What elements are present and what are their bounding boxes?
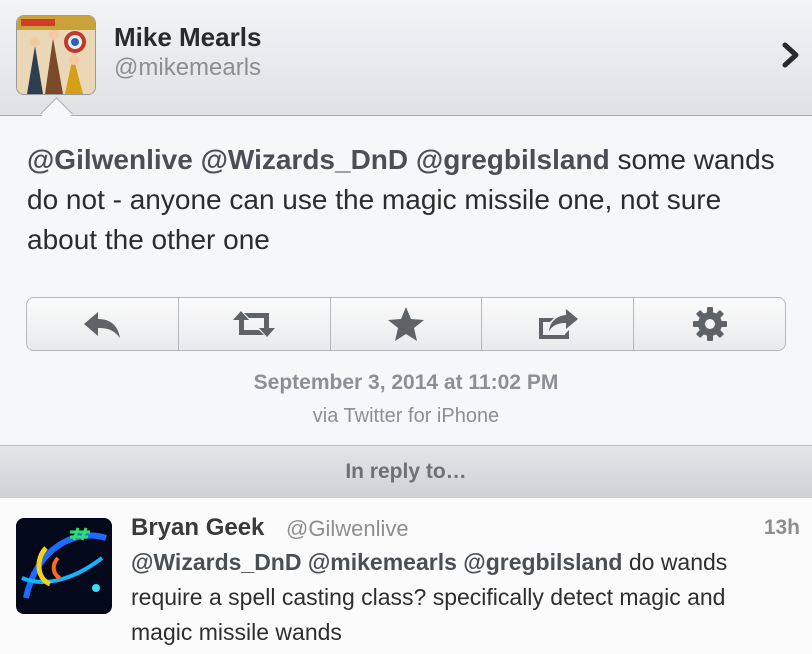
mention-link[interactable]: @gregbilsland [416, 144, 610, 175]
favorite-button[interactable] [331, 298, 483, 350]
reply-author-name: Bryan Geek [131, 514, 265, 541]
retweet-icon [233, 311, 276, 337]
mention-link[interactable]: @Wizards_DnD [201, 144, 409, 175]
more-options-button[interactable] [634, 298, 785, 350]
tweet-action-bar [26, 297, 786, 351]
reply-button[interactable] [27, 298, 179, 350]
share-button[interactable] [482, 298, 635, 350]
comic-avatar-image [17, 16, 95, 94]
reply-time: 13h [763, 516, 800, 539]
in-reply-to-tweet[interactable]: Bryan Geek @Gilwenlive 13h @Wizards_DnD … [0, 498, 812, 654]
neon-logo-avatar-image [16, 518, 112, 614]
in-reply-to-header: In reply to… [0, 445, 812, 499]
share-icon [538, 309, 578, 339]
retweet-button[interactable] [179, 298, 331, 350]
author-name: Mike Mearls [114, 22, 262, 52]
mention-link[interactable]: @mikemearls [308, 549, 457, 575]
reply-icon [84, 312, 121, 338]
gear-icon [692, 307, 727, 341]
mention-link[interactable]: @gregbilsland [463, 549, 622, 575]
star-icon [387, 307, 424, 341]
reply-author-handle: @Gilwenlive [286, 516, 409, 541]
author-avatar[interactable] [16, 15, 96, 95]
chevron-right-icon[interactable] [780, 42, 802, 68]
reply-author-avatar[interactable] [16, 518, 112, 614]
tweet-author-header[interactable]: Mike Mearls @mikemearls [0, 0, 812, 116]
mention-link[interactable]: @Wizards_DnD [131, 549, 301, 575]
tweet-timestamp: September 3, 2014 at 11:02 PM [253, 371, 559, 394]
tweet-source[interactable]: via Twitter for iPhone [0, 405, 812, 428]
reply-text: @Wizards_DnD @mikemearls @gregbilsland d… [131, 545, 791, 650]
tweet-text: @Gilwenlive @Wizards_DnD @gregbilsland s… [27, 140, 797, 260]
author-handle: @mikemearls [114, 54, 262, 81]
mention-link[interactable]: @Gilwenlive [27, 144, 193, 175]
